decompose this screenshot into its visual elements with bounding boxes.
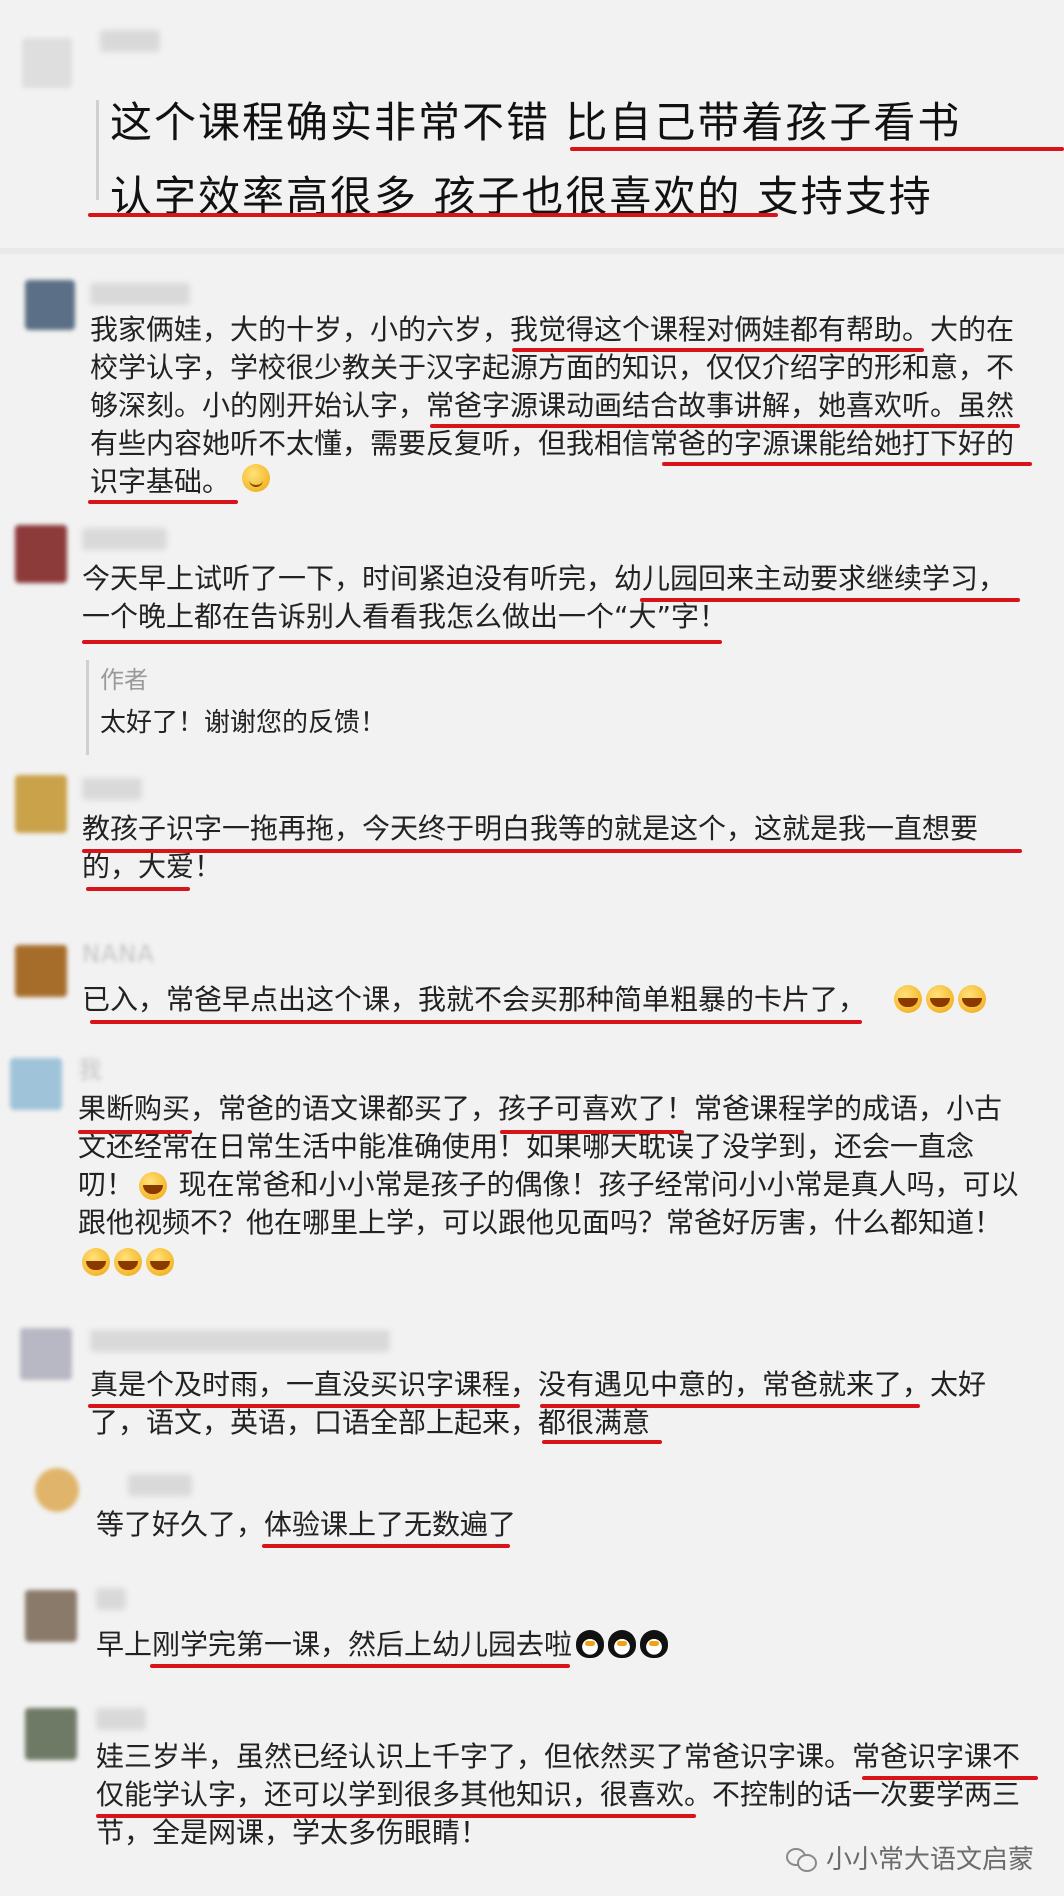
comment-card: 我 果断购买，常爸的语文课都买了，孩子可喜欢了！常爸课程学的成语，小古 文还经常… xyxy=(0,1050,1064,1290)
watermark: 小小常大语文启蒙 xyxy=(785,1839,1034,1876)
highlight-underline xyxy=(862,1776,1038,1780)
highlight-underline xyxy=(262,1544,510,1548)
laugh-emoji-icon xyxy=(82,1248,110,1276)
highlight-underline xyxy=(540,1404,920,1408)
highlight-underline xyxy=(512,348,924,352)
username-blurred xyxy=(128,1474,192,1496)
highlight-underline xyxy=(82,640,722,644)
laugh-emoji-icon xyxy=(894,985,922,1013)
penguin-emoji-icon xyxy=(608,1630,636,1658)
comment-text: 娃三岁半，虽然已经认识上千字了，但依然买了常爸识字课。常爸识字课不 仅能学认字，… xyxy=(96,1740,1021,1849)
highlight-underline xyxy=(662,462,1032,466)
highlight-underline xyxy=(430,424,1020,428)
reply-bar xyxy=(86,660,89,755)
divider xyxy=(0,248,1064,254)
laugh-emoji-icon xyxy=(114,1248,142,1276)
highlight-underline xyxy=(88,1404,520,1408)
highlight-underline xyxy=(542,1440,662,1444)
emoji-group xyxy=(890,985,986,1013)
username-blurred xyxy=(90,1330,390,1352)
comment-text: 果断购买，常爸的语文课都买了，孩子可喜欢了！常爸课程学的成语，小古 文还经常在日… xyxy=(78,1092,1019,1239)
highlight-underline xyxy=(82,849,1022,853)
avatar xyxy=(15,775,67,833)
comment-card: 等了好久了，体验课上了无数遍了 xyxy=(0,1460,1064,1560)
avatar xyxy=(25,1590,77,1642)
avatar xyxy=(15,525,67,583)
highlight-underline xyxy=(570,147,1064,151)
highlight-underline xyxy=(88,500,238,504)
username-blurred xyxy=(82,778,142,800)
avatar xyxy=(15,945,67,997)
comment-text: 早上刚学完第一课，然后上幼儿园去啦 xyxy=(96,1628,573,1661)
laugh-emoji-icon xyxy=(139,1172,167,1200)
emoji-group xyxy=(78,1248,174,1276)
highlight-underline xyxy=(500,1130,684,1134)
smile-emoji-icon xyxy=(242,464,270,492)
comment-text: 这个课程确实非常不错 比自己带着孩子看书 认字效率高很多 孩子也很喜欢的 支持支… xyxy=(110,98,962,221)
highlight-underline xyxy=(86,887,190,891)
avatar xyxy=(22,38,72,88)
avatar xyxy=(25,1708,77,1760)
comment-card: NANA 已入，常爸早点出这个课，我就不会买那种简单粗暴的卡片了， xyxy=(0,935,1064,1035)
highlight-underline xyxy=(90,1020,862,1024)
avatar xyxy=(35,1468,79,1512)
penguin-emoji-icon xyxy=(640,1630,668,1658)
emoji-group xyxy=(572,1630,668,1658)
comment-card: 真是个及时雨，一直没买识字课程，没有遇见中意的，常爸就来了，太好 了，语文，英语… xyxy=(0,1320,1064,1450)
comment-text: 等了好久了，体验课上了无数遍了 xyxy=(96,1508,517,1541)
comment-text: 我家俩娃，大的十岁，小的六岁，我觉得这个课程对俩娃都有帮助。大的在 校学认字，学… xyxy=(90,313,1015,498)
avatar xyxy=(25,280,75,330)
comment-card: 教孩子识字一拖再拖，今天终于明白我等的就是这个，这就是我一直想要 的，大爱！ xyxy=(0,770,1064,910)
highlight-underline xyxy=(88,213,778,217)
username: NANA xyxy=(82,940,155,968)
avatar xyxy=(20,1328,72,1380)
highlight-underline xyxy=(150,1664,570,1668)
comment-card: 这个课程确实非常不错 比自己带着孩子看书 认字效率高很多 孩子也很喜欢的 支持支… xyxy=(0,0,1064,221)
username: 我 xyxy=(78,1056,103,1084)
watermark-label: 小小常大语文启蒙 xyxy=(825,1845,1034,1875)
highlight-underline xyxy=(640,598,1020,602)
highlight-underline xyxy=(96,1814,696,1818)
wechat-icon xyxy=(785,1846,817,1872)
comment-card: 今天早上试听了一下，时间紧迫没有听完，幼儿园回来主动要求继续学习， 一个晚上都在… xyxy=(0,520,1064,760)
username-blurred xyxy=(100,30,160,52)
avatar xyxy=(10,1058,62,1110)
comment-text: 教孩子识字一拖再拖，今天终于明白我等的就是这个，这就是我一直想要 的，大爱！ xyxy=(82,812,979,883)
laugh-emoji-icon xyxy=(958,985,986,1013)
username-blurred xyxy=(82,528,167,550)
username-blurred xyxy=(90,283,190,305)
comment-card: 早上刚学完第一课，然后上幼儿园去啦 xyxy=(0,1580,1064,1680)
quote-bar xyxy=(96,100,99,200)
reply-author: 作者 xyxy=(100,666,148,694)
laugh-emoji-icon xyxy=(146,1248,174,1276)
highlight-underline xyxy=(78,1130,192,1134)
username-blurred xyxy=(96,1588,126,1610)
comment-card: 我家俩娃，大的十岁，小的六岁，我觉得这个课程对俩娃都有帮助。大的在 校学认字，学… xyxy=(0,265,1064,520)
penguin-emoji-icon xyxy=(576,1630,604,1658)
reply-text: 太好了！谢谢您的反馈！ xyxy=(100,708,387,738)
laugh-emoji-icon xyxy=(926,985,954,1013)
username-blurred xyxy=(96,1708,146,1730)
